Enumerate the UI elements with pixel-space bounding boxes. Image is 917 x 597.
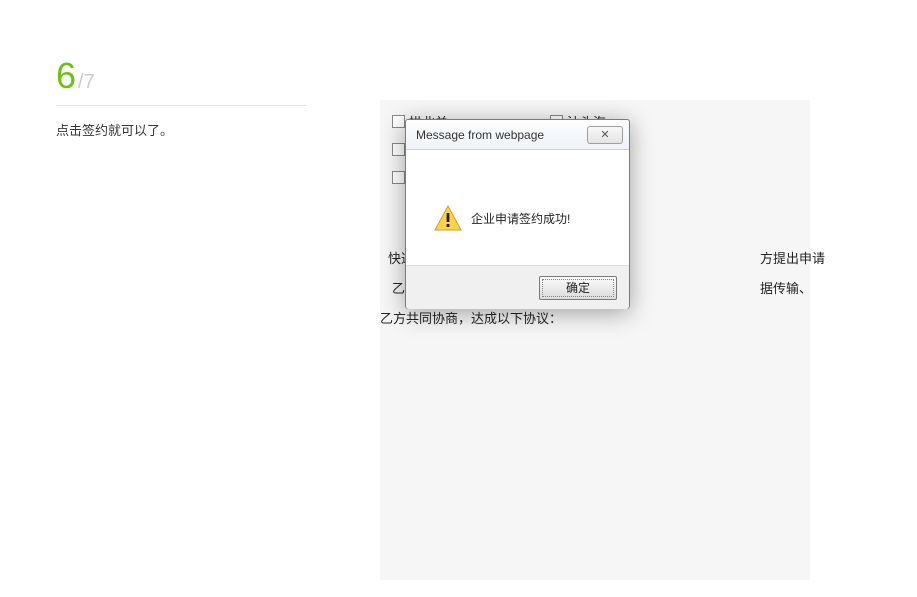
checkbox-icon[interactable] [392, 143, 405, 156]
dialog-message: 企业申请签约成功! [471, 210, 570, 227]
step-description: 点击签约就可以了。 [56, 120, 306, 139]
bg-text-fragment: 方提出申请 [760, 248, 825, 267]
divider [56, 105, 306, 106]
step-counter: 6/7 [56, 55, 306, 97]
step-panel: 6/7 点击签约就可以了。 [56, 55, 306, 139]
bg-text-fragment: 据传输、 [760, 278, 812, 297]
step-total: 7 [84, 71, 95, 93]
checkbox-icon[interactable] [392, 115, 405, 128]
ok-button[interactable]: 确定 [539, 276, 617, 300]
close-button[interactable]: ✕ [587, 126, 623, 144]
dialog-titlebar[interactable]: Message from webpage ✕ [406, 120, 629, 150]
close-icon: ✕ [600, 128, 609, 141]
dialog-title: Message from webpage [416, 128, 587, 142]
warning-icon [434, 205, 462, 236]
dialog-footer: 确定 [406, 265, 629, 309]
dialog-body: 企业申请签约成功! [406, 150, 629, 265]
bg-text-fragment: 乙方共同协商，达成以下协议： [380, 308, 562, 327]
step-current: 6 [56, 55, 76, 96]
alert-dialog: Message from webpage ✕ 企业申请签约成功! 确定 [405, 119, 630, 309]
checkbox-icon[interactable] [392, 171, 405, 184]
